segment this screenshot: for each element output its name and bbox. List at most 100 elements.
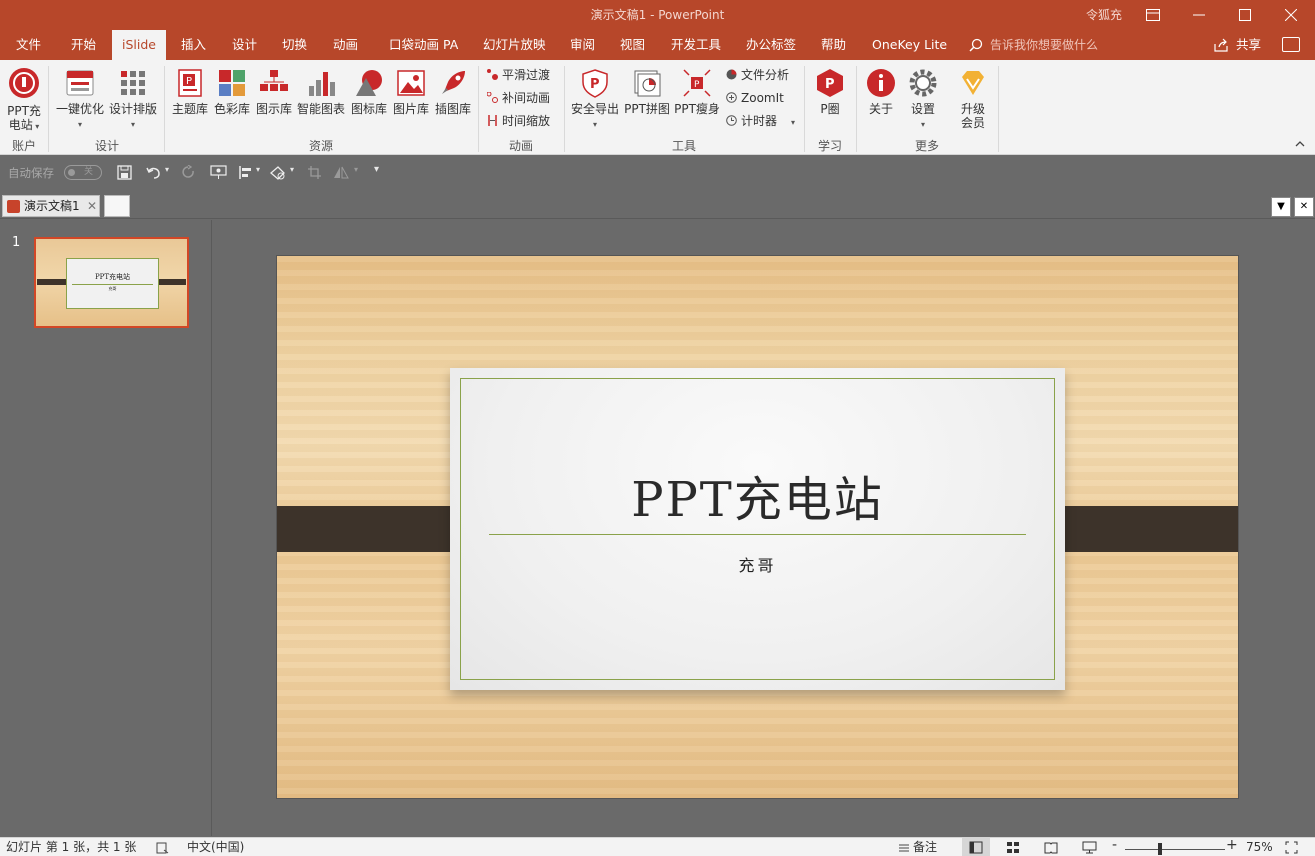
tab-developer[interactable]: 开发工具 [671,30,721,60]
ppt-slim-button[interactable]: P PPT瘦身 [673,68,721,116]
illustration-library-label: 插图库 [434,102,471,116]
settings-button[interactable]: 设置 ▾ [903,68,943,132]
bar-chart-icon [309,72,335,96]
document-tab-close[interactable]: ✕ [87,196,97,216]
tab-office-tab[interactable]: 办公标签 [746,30,796,60]
illustration-library-button[interactable]: 插图库 [433,68,473,116]
tab-home[interactable]: 开始 [71,30,96,60]
zoom-slider-thumb[interactable] [1158,843,1162,855]
customize-qat-icon[interactable]: ▾ [374,164,379,175]
collapse-ribbon-icon[interactable] [1295,140,1305,148]
icon-library-button[interactable]: 图标库 [349,68,389,116]
title-bar: 演示文稿1 - PowerPoint 令狐充 [0,0,1315,30]
redo-icon[interactable] [181,165,196,180]
new-tab-button[interactable] [104,195,130,217]
safe-export-button[interactable]: P 安全导出 ▾ [569,68,621,132]
accessibility-icon[interactable] [156,842,170,854]
user-name[interactable]: 令狐充 [1086,6,1122,23]
color-library-button[interactable]: 色彩库 [212,68,252,116]
zoom-level[interactable]: 75% [1246,840,1273,855]
tab-view[interactable]: 视图 [620,30,645,60]
fit-to-window-icon[interactable] [1285,841,1298,854]
flip-dropdown-icon[interactable]: ▾ [354,165,358,174]
tab-slideshow[interactable]: 幻灯片放映 [483,30,546,60]
diagram-library-button[interactable]: 图示库 [254,68,294,116]
save-icon[interactable] [117,165,132,180]
align-dropdown-icon[interactable]: ▾ [256,165,260,174]
tab-pocket-animation[interactable]: 口袋动画 PA [389,30,458,60]
maximize-icon [1239,9,1251,21]
design-layout-button[interactable]: 设计排版 ▾ [107,68,159,132]
tab-islide[interactable]: iSlide [112,30,166,60]
info-icon [867,69,895,97]
p-circle-button[interactable]: P P圈 [810,68,850,116]
collage-icon [634,70,661,97]
ppt-station-button[interactable]: PPT充 电站 ▾ [4,66,44,134]
smooth-transition-button[interactable]: 平滑过渡 [487,66,550,84]
shapes-dropdown-icon[interactable]: ▾ [290,165,294,174]
settings-label: 设置 [910,102,935,116]
share-icon [1214,38,1228,52]
share-button[interactable]: 共享 [1236,30,1261,60]
tab-list-dropdown[interactable]: ▼ [1271,197,1291,217]
upgrade-member-button[interactable]: 升级 会员 [953,68,993,130]
close-all-tabs-button[interactable]: ✕ [1294,197,1314,217]
tab-file[interactable]: 文件 [16,30,41,60]
smart-chart-button[interactable]: 智能图表 [296,68,346,116]
ribbon-display-button[interactable] [1130,0,1176,30]
close-button[interactable] [1268,0,1314,30]
about-button[interactable]: 关于 [861,68,901,116]
tab-help[interactable]: 帮助 [821,30,846,60]
tab-insert[interactable]: 插入 [181,30,206,60]
quick-access-toolbar: 自动保存 关 ▾ ▾ ▾ ▾ ▾ [0,156,1315,189]
upgrade-label-1: 升级 [960,102,985,116]
notes-button[interactable]: 备注 [913,840,937,855]
tab-animations[interactable]: 动画 [333,30,358,60]
theme-library-button[interactable]: P 主题库 [170,68,210,116]
tab-onekey-lite[interactable]: OneKey Lite [872,30,947,60]
slide-title[interactable]: PPT充电站 [450,460,1065,530]
reading-view-icon[interactable] [1044,841,1058,854]
slide-info: 幻灯片 第 1 张，共 1 张 [6,840,137,854]
crop-icon[interactable] [307,165,322,180]
maximize-button[interactable] [1222,0,1268,30]
chevron-down-icon: ▾ [592,120,597,129]
tab-transitions[interactable]: 切换 [282,30,307,60]
normal-view-button[interactable] [962,838,990,856]
image-library-button[interactable]: 图片库 [391,68,431,116]
file-analysis-button[interactable]: 文件分析 [726,66,789,84]
slide-canvas[interactable]: PPT充电站 充哥 [277,256,1238,798]
minimize-button[interactable] [1176,0,1222,30]
undo-icon[interactable] [146,165,162,180]
tween-animation-button[interactable]: 补间动画 [487,89,550,107]
shapes-icon[interactable] [269,165,286,180]
present-from-start-icon[interactable] [210,165,227,180]
document-tab[interactable]: 演示文稿1 ✕ [2,195,100,217]
align-icon[interactable] [238,165,253,180]
slideshow-icon[interactable] [1082,841,1097,854]
zoom-in-button[interactable]: + [1226,838,1238,853]
undo-dropdown-icon[interactable]: ▾ [165,165,169,174]
tab-design[interactable]: 设计 [232,30,257,60]
title-card[interactable]: PPT充电站 充哥 [450,368,1065,690]
tab-review[interactable]: 审阅 [570,30,595,60]
time-scale-button[interactable]: 时间缩放 [487,112,550,130]
zoomit-button[interactable]: ZoomIt [726,89,784,107]
flip-icon[interactable] [333,165,350,180]
slide-sorter-icon[interactable] [1006,841,1020,854]
autosave-toggle[interactable]: 关 [64,165,102,180]
zoom-slider[interactable] [1125,849,1225,850]
comment-icon[interactable] [1282,37,1300,52]
zoom-out-button[interactable]: - [1112,838,1117,853]
image-library-label: 图片库 [392,102,429,116]
ppt-collage-button[interactable]: PPT拼图 [623,68,671,116]
language-indicator[interactable]: 中文(中国) [187,840,244,855]
tell-me-input[interactable]: 告诉我你想要做什么 [990,30,1098,60]
document-tab-strip: 演示文稿1 ✕ [0,189,1315,219]
timer-button[interactable]: 计时器 ▾ [726,112,795,130]
slide-thumbnail[interactable]: PPT充电站 充哥 [34,237,189,328]
timer-label: 计时器 [741,114,778,128]
slide-subtitle[interactable]: 充哥 [450,552,1065,576]
one-click-optimize-button[interactable]: 一键优化 ▾ [54,68,106,132]
autosave-toggle-label: 关 [84,167,94,177]
